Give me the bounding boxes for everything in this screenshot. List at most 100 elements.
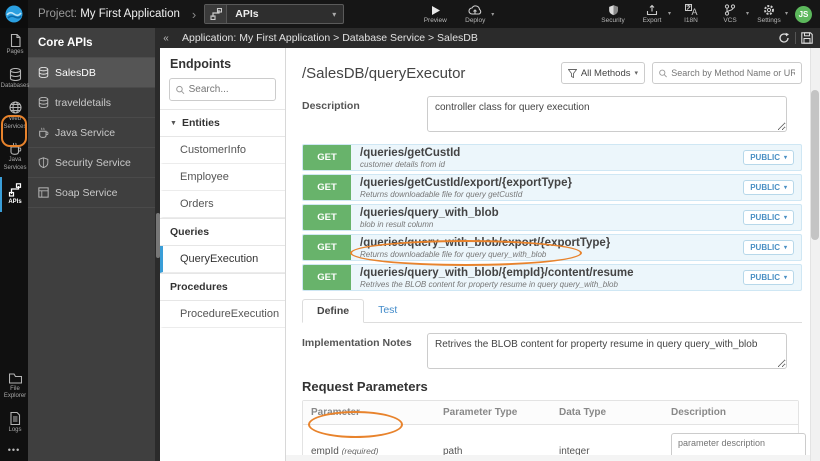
vcs-button[interactable]: ▾ VCS bbox=[717, 4, 749, 24]
column-header: Parameter bbox=[311, 407, 360, 418]
play-icon bbox=[431, 5, 440, 15]
soap-icon bbox=[38, 187, 49, 198]
rail-label: Java Services bbox=[3, 157, 27, 171]
rail-item-java-services[interactable]: Java Services bbox=[0, 136, 28, 177]
access-label: PUBLIC bbox=[750, 153, 780, 162]
endpoints-search-input[interactable] bbox=[188, 84, 269, 95]
app-logo[interactable] bbox=[0, 0, 28, 28]
collapse-panel-button[interactable]: « bbox=[158, 30, 174, 46]
endpoint-detail: Define Test Implementation Notes Retrive… bbox=[302, 299, 806, 461]
settings-label: Settings bbox=[757, 17, 781, 24]
chevron-down-icon: ▾ bbox=[634, 70, 638, 77]
database-icon bbox=[9, 67, 21, 81]
core-panel-scroll-thumb[interactable] bbox=[155, 213, 160, 258]
description-textarea[interactable]: controller class for query execution bbox=[427, 96, 787, 132]
endpoint-item-employee[interactable]: Employee bbox=[160, 164, 285, 191]
main-scroll-thumb[interactable] bbox=[811, 90, 819, 240]
endpoint-row[interactable]: GET /queries/query_with_blob/export/{exp… bbox=[302, 234, 802, 261]
rail-item-pages[interactable]: Pages bbox=[0, 28, 28, 62]
preview-button[interactable]: Preview bbox=[422, 5, 448, 24]
rail-item-apis[interactable]: APIs bbox=[0, 177, 28, 212]
i18n-button[interactable]: A I18N bbox=[678, 4, 704, 24]
required-flag: (required) bbox=[341, 445, 379, 456]
core-item-label: Java Service bbox=[55, 126, 116, 139]
core-item-soap-service[interactable]: Soap Service bbox=[28, 178, 155, 208]
implementation-notes-textarea[interactable]: Retrives the BLOB content for property r… bbox=[427, 333, 787, 369]
endpoint-row[interactable]: GET /queries/getCustId customer details … bbox=[302, 144, 802, 171]
security-button[interactable]: Security bbox=[600, 4, 626, 24]
method-search-input[interactable] bbox=[671, 68, 795, 78]
security-label: Security bbox=[601, 17, 625, 24]
methods-filter-dropdown[interactable]: All Methods ▾ bbox=[560, 62, 645, 84]
core-item-java-service[interactable]: Java Service bbox=[28, 118, 155, 148]
endpoint-url: /queries/getCustId bbox=[360, 147, 461, 159]
section-label: Queries bbox=[170, 226, 210, 238]
chevron-down-icon: ▾ bbox=[332, 9, 337, 19]
export-button[interactable]: ▾ Export bbox=[639, 4, 671, 24]
settings-button[interactable]: ▾ Settings bbox=[756, 4, 788, 24]
more-options-icon[interactable]: ••• bbox=[0, 439, 28, 461]
endpoint-row[interactable]: GET /queries/getCustId/export/{exportTyp… bbox=[302, 174, 802, 201]
section-queries[interactable]: Queries bbox=[160, 218, 285, 246]
project-breadcrumb: Project: My First Application bbox=[38, 8, 180, 20]
cloud-upload-icon bbox=[468, 4, 482, 15]
section-entities[interactable]: ▼ Entities bbox=[160, 109, 285, 137]
request-parameters-table: Parameter Parameter Type Data Type Descr… bbox=[302, 400, 806, 461]
main-content: /SalesDB/queryExecutor All Methods ▾ Des… bbox=[286, 48, 820, 461]
svg-text:A: A bbox=[691, 7, 697, 16]
core-item-salesdb[interactable]: SalesDB bbox=[28, 58, 155, 88]
method-search[interactable] bbox=[652, 62, 802, 84]
coffee-cup-icon bbox=[9, 142, 21, 155]
bottom-strip bbox=[286, 455, 810, 461]
rail-item-databases[interactable]: Databases bbox=[0, 62, 30, 96]
chevron-down-icon: ▾ bbox=[783, 215, 787, 221]
application-breadcrumb-bar: « Application: My First Application > Da… bbox=[155, 28, 820, 48]
save-button[interactable] bbox=[798, 30, 816, 46]
apis-icon bbox=[8, 183, 22, 197]
column-header: Data Type bbox=[559, 407, 607, 418]
endpoint-item-procedureexecution[interactable]: ProcedureExecution bbox=[160, 301, 285, 328]
endpoint-item-customerinfo[interactable]: CustomerInfo bbox=[160, 137, 285, 164]
column-header: Description bbox=[671, 407, 727, 418]
coffee-cup-icon bbox=[39, 127, 49, 138]
endpoint-url: /queries/query_with_blob/{empId}/content… bbox=[360, 267, 634, 279]
refresh-button[interactable] bbox=[775, 30, 793, 46]
endpoint-description: blob in result column bbox=[360, 220, 434, 230]
access-label: PUBLIC bbox=[750, 213, 780, 222]
tab-define[interactable]: Define bbox=[302, 299, 365, 323]
endpoint-row-selected[interactable]: GET /queries/query_with_blob/{empId}/con… bbox=[302, 264, 802, 291]
rail-item-logs[interactable]: Logs bbox=[0, 406, 28, 440]
access-dropdown[interactable]: PUBLIC ▾ bbox=[743, 180, 794, 195]
access-dropdown[interactable]: PUBLIC ▾ bbox=[743, 240, 794, 255]
core-item-security-service[interactable]: Security Service bbox=[28, 148, 155, 178]
section-label: Entities bbox=[181, 117, 220, 129]
section-label: Procedures bbox=[170, 281, 228, 293]
core-item-traveldetails[interactable]: traveldetails bbox=[28, 88, 155, 118]
endpoints-panel: Endpoints ▼ Entities CustomerInfo Employ… bbox=[160, 48, 286, 461]
rail-item-web-services[interactable]: Web Services bbox=[0, 95, 28, 136]
export-icon bbox=[646, 4, 658, 16]
endpoint-description: Returns downloadable file for query quer… bbox=[360, 250, 547, 260]
endpoint-description: Returns downloadable file for query getC… bbox=[360, 190, 523, 200]
access-dropdown[interactable]: PUBLIC ▾ bbox=[743, 210, 794, 225]
endpoint-item-queryexecution[interactable]: QueryExecution bbox=[160, 246, 285, 273]
method-badge: GET bbox=[303, 205, 351, 230]
section-procedures[interactable]: Procedures bbox=[160, 273, 285, 301]
column-header: Parameter Type bbox=[443, 407, 518, 418]
module-selector-dropdown[interactable]: APIs ▾ bbox=[204, 4, 345, 24]
access-dropdown[interactable]: PUBLIC ▾ bbox=[743, 150, 794, 165]
main-scrollbar[interactable] bbox=[810, 48, 820, 461]
access-dropdown[interactable]: PUBLIC ▾ bbox=[743, 270, 794, 285]
save-icon bbox=[801, 32, 813, 44]
search-icon bbox=[176, 85, 185, 94]
translate-icon: A bbox=[684, 4, 697, 16]
rail-label: Databases bbox=[0, 82, 30, 89]
user-avatar[interactable]: JS bbox=[795, 5, 812, 23]
endpoints-search[interactable] bbox=[169, 78, 276, 101]
tab-test[interactable]: Test bbox=[364, 299, 411, 322]
endpoint-row[interactable]: GET /queries/query_with_blob blob in res… bbox=[302, 204, 802, 231]
rail-item-file-explorer[interactable]: File Explorer bbox=[0, 367, 28, 406]
refresh-icon bbox=[779, 32, 789, 43]
deploy-button[interactable]: ▾ Deploy bbox=[462, 4, 494, 24]
endpoint-item-orders[interactable]: Orders bbox=[160, 191, 285, 218]
